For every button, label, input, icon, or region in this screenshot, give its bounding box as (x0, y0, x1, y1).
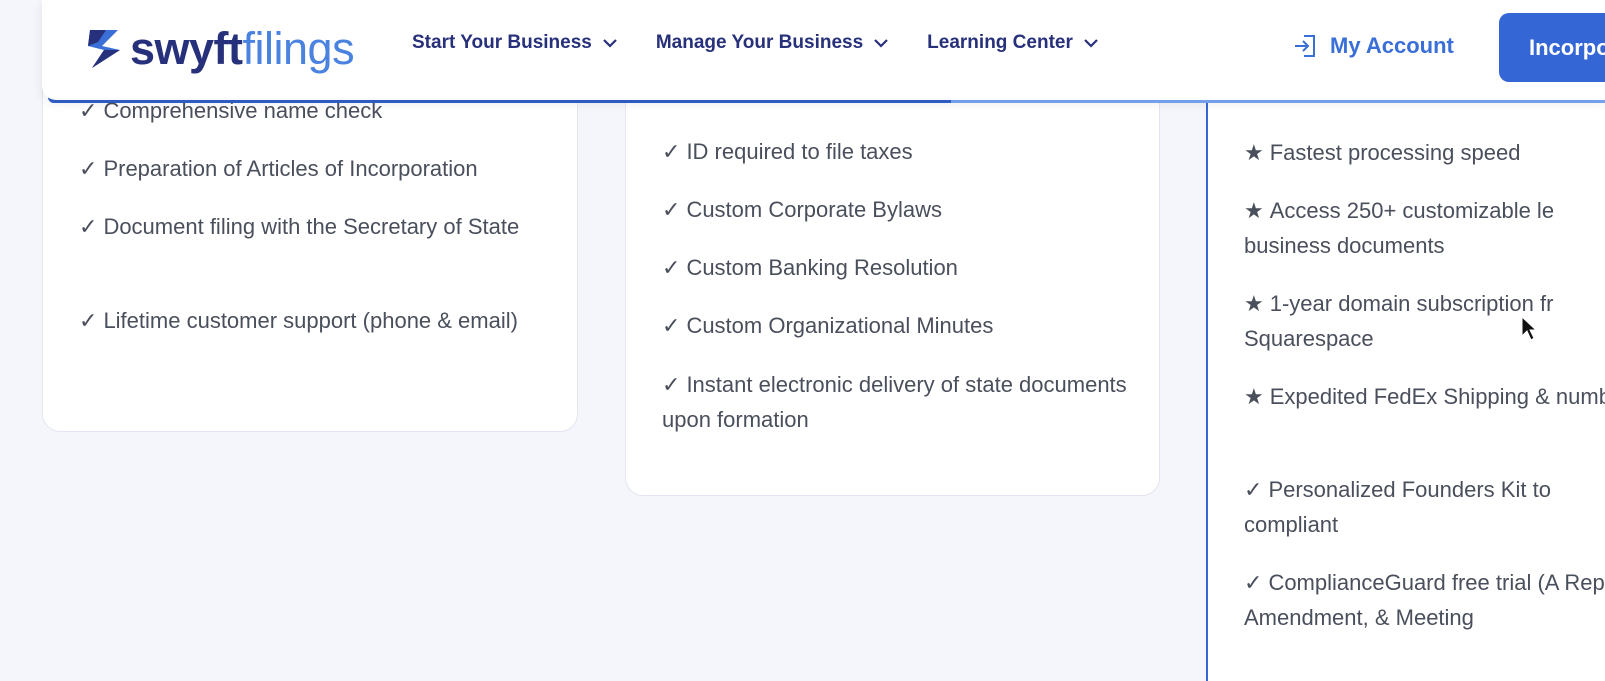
check-icon: ✓ (79, 156, 98, 181)
feature-item: ✓ Lifetime customer support (phone & emai… (79, 303, 539, 338)
nav-start-your-business[interactable]: Start Your Business (412, 32, 618, 54)
nav-learning-center[interactable]: Learning Center (927, 32, 1099, 54)
feature-text: 1-year domain subscription fr Squarespac… (1244, 291, 1554, 351)
my-account-label: My Account (1330, 33, 1454, 58)
check-icon: ✓ (662, 313, 681, 338)
feature-text: ComplianceGuard free trial (A Report, Am… (1244, 570, 1605, 630)
feature-item: ✓ Preparation of Articles of Incorporatio… (79, 151, 539, 186)
feature-text: Custom Corporate Bylaws (686, 197, 942, 222)
feature-item: ★ Expedited FedEx Shipping & number (1244, 379, 1605, 414)
feature-item: ✓ ComplianceGuard free trial (A Report, A… (1244, 565, 1605, 635)
feature-item: ★ 1-year domain subscription fr Squarespa… (1244, 286, 1605, 356)
star-icon: ★ (1244, 198, 1264, 223)
check-icon: ✓ (662, 372, 681, 397)
incorporate-label: Incorpo (1529, 34, 1605, 60)
feature-item: ✓ Instant electronic delivery of state do… (662, 367, 1132, 437)
chevron-down-icon (874, 39, 888, 48)
feature-item: ✓ Custom Corporate Bylaws (662, 192, 1132, 227)
swyftfilings-logo[interactable]: swyftfilings (88, 22, 355, 74)
feature-text: Instant electronic delivery of state doc… (662, 372, 1127, 432)
feature-item: ✓ Personalized Founders Kit to compliant (1244, 472, 1605, 542)
incorporate-button[interactable]: Incorpo (1499, 13, 1605, 82)
my-account-link[interactable]: My Account (1292, 33, 1454, 59)
check-icon: ✓ (1244, 477, 1263, 502)
check-icon: ✓ (662, 197, 681, 222)
feature-text: Access 250+ customizable le business doc… (1244, 198, 1555, 258)
plan-card-standard: ✓ ID required to file taxes ✓ Custom Corpo… (625, 60, 1160, 496)
plan-card-basic: ✓ Comprehensive name check ✓ Preparation o… (42, 60, 578, 432)
login-icon (1295, 35, 1315, 57)
feature-text: Preparation of Articles of Incorporation (103, 156, 478, 181)
feature-item: ✓ ID required to file taxes (662, 134, 1132, 169)
feature-item: ✓ Document filing with the Secretary of S… (79, 209, 539, 244)
feature-text: Fastest processing speed (1269, 140, 1521, 165)
check-icon: ✓ (79, 214, 98, 239)
nav-label: Start Your Business (412, 32, 592, 53)
feature-text: Lifetime customer support (phone & email… (103, 308, 518, 333)
logo-wordmark: swyftfilings (130, 22, 355, 74)
logo-filings: filings (242, 22, 355, 74)
feature-text: Expedited FedEx Shipping & number (1269, 384, 1605, 409)
check-icon: ✓ (79, 308, 98, 333)
feature-item: ✓ Custom Organizational Minutes (662, 308, 1132, 343)
nav-manage-your-business[interactable]: Manage Your Business (656, 32, 889, 54)
feature-text: Personalized Founders Kit to compliant (1244, 477, 1551, 537)
feature-item: ★ Access 250+ customizable le business do… (1244, 193, 1605, 263)
feature-text: ID required to file taxes (686, 139, 913, 164)
star-icon: ★ (1244, 384, 1264, 409)
logo-swyft: swyft (130, 22, 243, 74)
feature-item: ✓ Custom Banking Resolution (662, 250, 1132, 285)
feature-text: Document filing with the Secretary of St… (103, 214, 520, 239)
chevron-down-icon (603, 39, 617, 48)
check-icon: ✓ (1244, 570, 1263, 595)
plan-card-premium: ★ Fastest processing speed ★ Access 250+ c… (1206, 60, 1605, 681)
mouse-pointer-icon (1521, 316, 1537, 341)
feature-text: Custom Banking Resolution (686, 255, 958, 280)
star-icon: ★ (1244, 291, 1264, 316)
chevron-down-icon (1084, 39, 1098, 48)
check-icon: ✓ (662, 255, 681, 280)
site-header: swyftfilings Start Your Business Manage … (42, 0, 1605, 100)
feature-item: ★ Fastest processing speed (1244, 135, 1605, 170)
feature-text: Custom Organizational Minutes (686, 313, 994, 338)
check-icon: ✓ (662, 139, 681, 164)
nav-label: Learning Center (927, 32, 1073, 53)
swyft-logo-icon (88, 30, 120, 68)
main-nav: Start Your Business Manage Your Business… (412, 32, 1099, 54)
nav-label: Manage Your Business (655, 32, 864, 53)
star-icon: ★ (1244, 140, 1264, 165)
